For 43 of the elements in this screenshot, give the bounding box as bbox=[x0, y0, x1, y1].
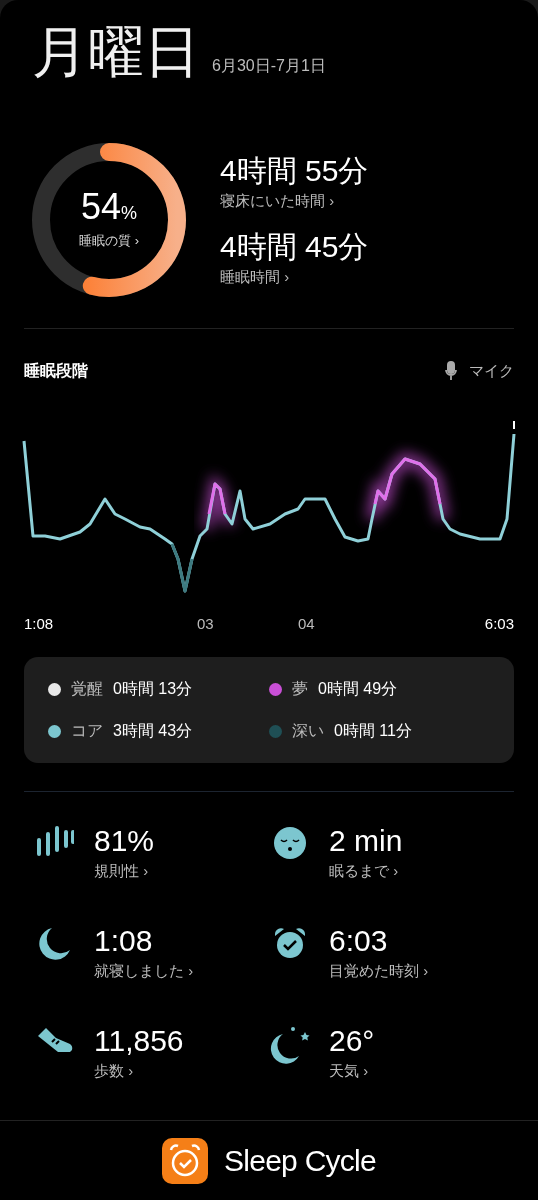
stage-name: コア bbox=[71, 721, 103, 741]
quality-unit: % bbox=[121, 203, 138, 226]
stat-value: 1:08 bbox=[94, 923, 154, 959]
summary-link[interactable]: 寝床にいた時間 › bbox=[220, 189, 369, 212]
duration-value: 4時間 55分 bbox=[220, 153, 369, 189]
stat-value: 11,856 bbox=[94, 1023, 184, 1059]
moon-stars-icon bbox=[269, 1026, 311, 1064]
moon-icon bbox=[38, 926, 72, 960]
stage-duration: 0時間 49分 bbox=[318, 679, 398, 699]
app-logo-icon bbox=[162, 1137, 209, 1184]
duration-value: 4時間 45分 bbox=[220, 229, 369, 265]
bars-icon bbox=[36, 826, 74, 858]
alarm-clock-icon bbox=[273, 926, 307, 960]
stage-duration: 0時間 11分 bbox=[334, 721, 412, 741]
quality-value: 54 bbox=[80, 189, 121, 226]
stat-value: 2 min bbox=[329, 823, 403, 859]
sleeping-face-icon bbox=[273, 826, 307, 860]
stat-value: 26° bbox=[329, 1023, 375, 1059]
stat-link[interactable]: 眠るまで › bbox=[329, 859, 403, 882]
time-label: 1:08 bbox=[24, 614, 54, 633]
mic-label: マイク bbox=[469, 360, 514, 381]
time-label: 03 bbox=[197, 614, 214, 634]
stage-name: 夢 bbox=[292, 679, 308, 699]
stage-name: 深い bbox=[292, 721, 324, 741]
day-title: 月曜日 bbox=[32, 24, 200, 80]
time-label: 6:03 bbox=[484, 614, 514, 633]
stage-name: 覚醒 bbox=[71, 679, 103, 699]
microphone-icon bbox=[445, 361, 457, 381]
section-title: 睡眠段階 bbox=[24, 361, 88, 381]
date-range: 6月30日-7月1日 bbox=[212, 56, 326, 76]
stat-value: 81% bbox=[94, 823, 155, 859]
stage-duration: 0時間 13分 bbox=[113, 679, 193, 699]
stat-value: 6:03 bbox=[329, 923, 389, 959]
stat-link[interactable]: 歩数 › bbox=[94, 1059, 184, 1082]
stat-link[interactable]: 天気 › bbox=[329, 1059, 375, 1082]
stat-link[interactable]: 目覚めた時刻 › bbox=[329, 959, 429, 982]
summary-link[interactable]: 睡眠時間 › bbox=[220, 265, 369, 288]
app-name: Sleep Cycle bbox=[224, 1143, 376, 1179]
stat-link[interactable]: 就寝しました › bbox=[94, 959, 194, 982]
time-label: 04 bbox=[298, 614, 315, 634]
stat-link[interactable]: 規則性 › bbox=[94, 859, 155, 882]
quality-link[interactable]: 睡眠の質 › bbox=[79, 231, 139, 251]
stage-duration: 3時間 43分 bbox=[113, 721, 193, 741]
